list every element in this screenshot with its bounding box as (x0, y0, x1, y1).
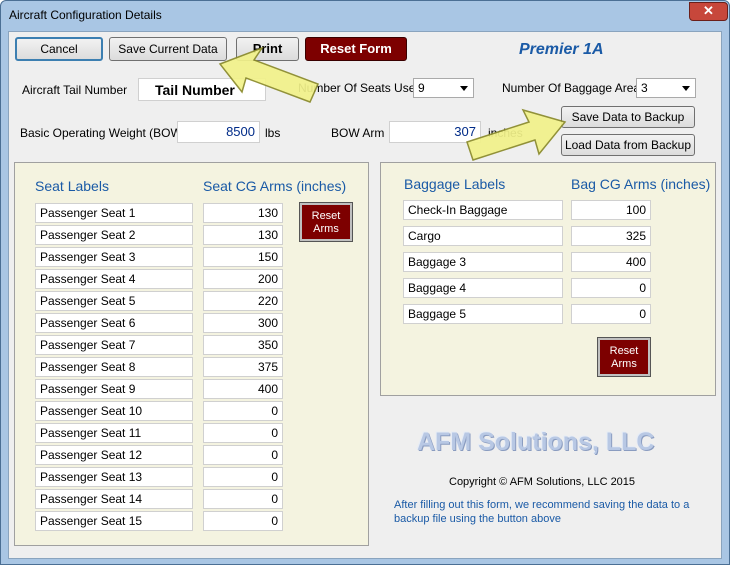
app-window: Aircraft Configuration Details ✕ Cancel … (0, 0, 730, 565)
seat-label-field[interactable]: Passenger Seat 6 (35, 313, 193, 333)
seat-label-field[interactable]: Passenger Seat 15 (35, 511, 193, 531)
reset-label: Reset (311, 210, 341, 222)
chevron-down-icon (682, 86, 690, 91)
seat-arm-field[interactable]: 0 (203, 489, 283, 509)
baggage-label-field[interactable]: Baggage 4 (403, 278, 563, 298)
seats-used-select[interactable]: 9 (413, 78, 474, 98)
form-body: Cancel Save Current Data Print Reset For… (8, 31, 722, 559)
chevron-down-icon (460, 86, 468, 91)
bow-arm-label: BOW Arm (331, 126, 385, 140)
seat-label-field[interactable]: Passenger Seat 7 (35, 335, 193, 355)
baggage-label-field[interactable]: Cargo (403, 226, 563, 246)
seat-arms-header: Seat CG Arms (inches) (203, 178, 347, 194)
baggage-arm-field[interactable]: 0 (571, 304, 651, 324)
baggage-label-field[interactable]: Baggage 5 (403, 304, 563, 324)
window-title: Aircraft Configuration Details (9, 8, 162, 22)
seat-arm-field[interactable]: 0 (203, 401, 283, 421)
tail-number-label: Aircraft Tail Number (22, 83, 128, 97)
seat-label-field[interactable]: Passenger Seat 5 (35, 291, 193, 311)
seat-label-field[interactable]: Passenger Seat 8 (35, 357, 193, 377)
baggage-arm-field[interactable]: 100 (571, 200, 651, 220)
seat-arm-field[interactable]: 220 (203, 291, 283, 311)
aircraft-model-title: Premier 1A (519, 41, 604, 58)
baggage-areas-value: 3 (641, 81, 648, 95)
cancel-button[interactable]: Cancel (15, 37, 103, 61)
seat-label-field[interactable]: Passenger Seat 3 (35, 247, 193, 267)
arms-label: Arms (313, 223, 339, 235)
reset-baggage-arms-button[interactable]: Reset Arms (597, 337, 651, 377)
baggage-arm-field[interactable]: 0 (571, 278, 651, 298)
seat-arm-field[interactable]: 0 (203, 467, 283, 487)
baggage-label-field[interactable]: Baggage 3 (403, 252, 563, 272)
baggage-arm-field[interactable]: 325 (571, 226, 651, 246)
bow-field[interactable]: 8500 (177, 121, 260, 143)
seat-label-field[interactable]: Passenger Seat 14 (35, 489, 193, 509)
seat-arm-field[interactable]: 375 (203, 357, 283, 377)
reset-label: Reset (609, 345, 639, 357)
seat-label-field[interactable]: Passenger Seat 9 (35, 379, 193, 399)
seat-arm-field[interactable]: 130 (203, 225, 283, 245)
backup-recommendation-note: After filling out this form, we recommen… (394, 499, 690, 525)
pointer-arrow-icon (218, 46, 320, 103)
baggage-areas-label: Number Of Baggage Areas (502, 81, 647, 95)
seat-arm-field[interactable]: 0 (203, 423, 283, 443)
seat-label-field[interactable]: Passenger Seat 10 (35, 401, 193, 421)
seat-arm-field[interactable]: 200 (203, 269, 283, 289)
seat-label-field[interactable]: Passenger Seat 13 (35, 467, 193, 487)
baggage-labels-header: Baggage Labels (404, 176, 506, 192)
seats-panel: Seat Labels Seat CG Arms (inches) Passen… (14, 162, 369, 546)
seat-arm-field[interactable]: 400 (203, 379, 283, 399)
seats-used-value: 9 (418, 81, 425, 95)
baggage-arms-header: Bag CG Arms (inches) (571, 176, 711, 192)
seat-arm-field[interactable]: 150 (203, 247, 283, 267)
seat-arm-field[interactable]: 130 (203, 203, 283, 223)
seat-label-field[interactable]: Passenger Seat 11 (35, 423, 193, 443)
seat-arm-field[interactable]: 350 (203, 335, 283, 355)
close-button[interactable]: ✕ (689, 2, 728, 21)
arms-label: Arms (611, 358, 637, 370)
seat-label-field[interactable]: Passenger Seat 2 (35, 225, 193, 245)
copyright-text: Copyright © AFM Solutions, LLC 2015 (449, 476, 636, 488)
title-bar: Aircraft Configuration Details ✕ (1, 1, 729, 29)
bow-unit-label: lbs (265, 126, 281, 140)
seat-arm-field[interactable]: 300 (203, 313, 283, 333)
reset-seat-arms-button[interactable]: Reset Arms (299, 202, 353, 242)
seat-arm-field[interactable]: 0 (203, 511, 283, 531)
seat-label-field[interactable]: Passenger Seat 4 (35, 269, 193, 289)
save-backup-button[interactable]: Save Data to Backup (561, 106, 695, 128)
load-backup-button[interactable]: Load Data from Backup (561, 134, 695, 156)
pointer-arrow-icon (466, 108, 567, 161)
bow-label: Basic Operating Weight (BOW) (20, 126, 186, 140)
brand-logo: AFM Solutions, LLC (417, 428, 655, 456)
seat-labels-header: Seat Labels (35, 178, 109, 194)
baggage-arm-field[interactable]: 400 (571, 252, 651, 272)
seat-arm-field[interactable]: 0 (203, 445, 283, 465)
seat-label-field[interactable]: Passenger Seat 1 (35, 203, 193, 223)
baggage-label-field[interactable]: Check-In Baggage (403, 200, 563, 220)
save-current-data-button[interactable]: Save Current Data (109, 37, 227, 61)
seat-label-field[interactable]: Passenger Seat 12 (35, 445, 193, 465)
baggage-areas-select[interactable]: 3 (636, 78, 696, 98)
baggage-panel: Baggage Labels Bag CG Arms (inches) Chec… (380, 162, 716, 396)
